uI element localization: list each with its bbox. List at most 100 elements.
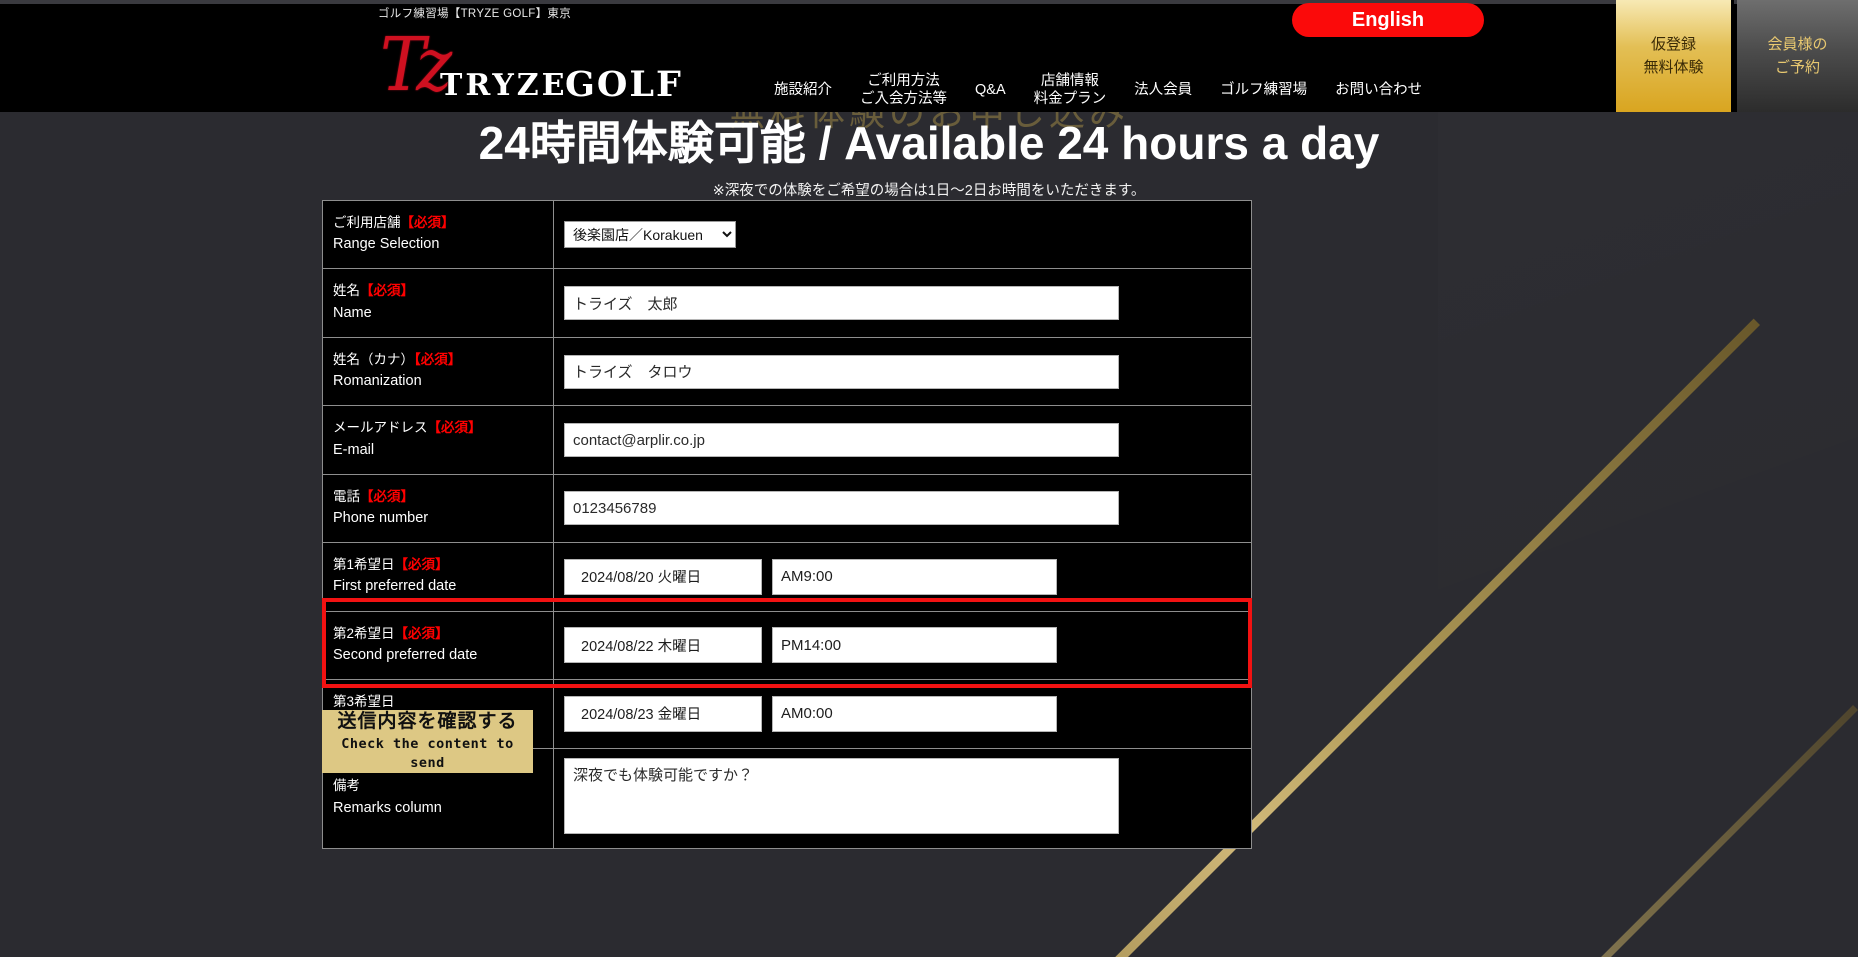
datetime-group xyxy=(564,558,1241,595)
site-logo[interactable]: Tz TRYZE GOLF xyxy=(380,28,681,110)
value-cell-third-preferred-date xyxy=(553,679,1252,749)
required-badge: 【必須】 xyxy=(394,557,449,573)
required-badge: 【必須】 xyxy=(414,351,462,367)
first-preferred-time-input[interactable] xyxy=(772,558,1057,595)
romanization-input[interactable] xyxy=(564,354,1119,389)
gold-diagonal-line-2 xyxy=(1358,705,1858,957)
label-en: First preferred date xyxy=(333,578,457,595)
value-cell-range-selection: 後楽園店／Korakuen xyxy=(553,199,1252,270)
nav-label-line1: ゴルフ練習場 xyxy=(1220,82,1308,99)
trial-button-line2: 無料体験 xyxy=(1643,59,1704,76)
value-cell-name xyxy=(553,268,1252,338)
value-cell-phone xyxy=(553,473,1252,544)
nav-label-line1: ご利用方法 xyxy=(867,73,940,90)
table-row-name: 姓名【必須】 Name xyxy=(322,268,1252,338)
reserve-button-line1: 会員様の xyxy=(1767,35,1828,53)
nav-label-line1: お問い合わせ xyxy=(1335,82,1423,99)
nav-item-qa[interactable]: Q&A xyxy=(961,82,1020,100)
email-field[interactable] xyxy=(564,423,1119,458)
label-cell-range-selection: ご利用店舗【必須】 Range Selection xyxy=(322,199,554,270)
table-row-range-selection: ご利用店舗【必須】 Range Selection 後楽園店／Korakuen xyxy=(322,199,1252,270)
value-cell-remarks xyxy=(553,747,1252,849)
third-preferred-date-input[interactable] xyxy=(564,695,762,732)
page-title: 24時間体験可能 / Available 24 hours a day xyxy=(478,117,1380,169)
nav-item-corporate[interactable]: 法人会員 xyxy=(1120,82,1206,100)
label-jp: ご利用店舗【必須】 xyxy=(333,215,455,230)
range-selection-dropdown[interactable]: 後楽園店／Korakuen xyxy=(564,221,736,249)
second-preferred-date-input[interactable] xyxy=(564,627,762,664)
nav-item-facility[interactable]: 施設紹介 xyxy=(760,82,846,100)
label-cell-romanization: 姓名（カナ）【必須】 Romanization xyxy=(322,336,554,407)
label-cell-email: メールアドレス【必須】 E-mail xyxy=(322,405,554,475)
submit-confirm-button[interactable]: 送信内容を確認する Check the content to send xyxy=(322,710,533,773)
submit-label-jp: 送信内容を確認する xyxy=(337,711,518,733)
label-jp: 第1希望日【必須】 xyxy=(333,557,449,573)
value-cell-romanization xyxy=(553,336,1252,407)
logo-golf-text: GOLF xyxy=(565,64,683,105)
nav-item-contact[interactable]: お問い合わせ xyxy=(1321,82,1436,100)
reserve-button-line2: ご予約 xyxy=(1774,59,1820,76)
nav-item-driving-range[interactable]: ゴルフ練習場 xyxy=(1206,82,1321,100)
table-row-first-preferred-date: 第1希望日【必須】 First preferred date xyxy=(322,542,1252,612)
label-cell-first-preferred-date: 第1希望日【必須】 First preferred date xyxy=(322,542,554,612)
label-en: Name xyxy=(333,304,372,321)
remarks-textarea[interactable] xyxy=(564,757,1119,834)
free-trial-registration-button[interactable]: 仮登録 無料体験 xyxy=(1616,0,1734,112)
value-cell-first-preferred-date xyxy=(553,542,1252,612)
third-preferred-time-input[interactable] xyxy=(772,695,1057,732)
english-language-button[interactable]: English xyxy=(1292,3,1484,37)
nav-item-usage[interactable]: ご利用方法 ご入会方法等 xyxy=(846,73,961,108)
required-badge: 【必須】 xyxy=(400,215,455,230)
page-root: ゴルフ練習場【TRYZE GOLF】東京 Tz TRYZE GOLF 施設紹介 … xyxy=(0,0,1858,957)
logo-script-mark: Tz xyxy=(380,22,452,108)
member-reservation-button[interactable]: 会員様の ご予約 xyxy=(1737,0,1858,112)
nav-label-line1: Q&A xyxy=(975,82,1006,99)
label-en: Second preferred date xyxy=(333,646,478,663)
table-row-phone: 電話【必須】 Phone number xyxy=(322,473,1252,544)
label-en: Romanization xyxy=(333,373,422,390)
header-top-strip xyxy=(0,0,1858,4)
label-en: Remarks column xyxy=(333,799,442,816)
datetime-group xyxy=(564,627,1241,664)
second-preferred-time-input[interactable] xyxy=(772,627,1057,664)
nav-label-line2: ご入会方法等 xyxy=(860,91,947,107)
nav-item-store-info[interactable]: 店舗情報 料金プラン xyxy=(1020,73,1121,108)
label-jp: 姓名【必須】 xyxy=(333,283,414,299)
page-subtitle-note: ※深夜での体験をご希望の場合は1日〜2日お時間をいただきます。 xyxy=(712,182,1146,199)
decorative-panel xyxy=(1438,110,1858,957)
label-cell-second-preferred-date: 第2希望日【必須】 Second preferred date xyxy=(322,610,554,681)
logo-wordmark: TRYZE xyxy=(440,68,568,103)
label-cell-name: 姓名【必須】 Name xyxy=(322,268,554,338)
label-en: E-mail xyxy=(333,441,375,458)
label-jp: 電話【必須】 xyxy=(333,488,414,504)
datetime-group xyxy=(564,695,1241,732)
label-en: Range Selection xyxy=(333,236,440,253)
nav-label-line1: 店舗情報 xyxy=(1040,73,1099,90)
main-navigation: 施設紹介 ご利用方法 ご入会方法等 Q&A 店舗情報 料金プラン 法人会員 ゴル… xyxy=(760,70,1436,112)
nav-label-line1: 施設紹介 xyxy=(774,82,832,99)
label-jp: メールアドレス【必須】 xyxy=(333,420,482,436)
hero-section: 無料体験のお申し込み 24時間体験可能 / Available 24 hours… xyxy=(0,92,1858,200)
label-cell-phone: 電話【必須】 Phone number xyxy=(322,473,554,544)
site-tagline: ゴルフ練習場【TRYZE GOLF】東京 xyxy=(378,8,571,20)
table-row-romanization: 姓名（カナ）【必須】 Romanization xyxy=(322,336,1252,407)
submit-label-en: Check the content to send xyxy=(341,735,514,771)
first-preferred-date-input[interactable] xyxy=(564,558,762,595)
required-badge: 【必須】 xyxy=(360,488,414,504)
table-row-second-preferred-date: 第2希望日【必須】 Second preferred date xyxy=(322,610,1252,681)
name-input[interactable] xyxy=(564,286,1119,321)
trial-button-line1: 仮登録 xyxy=(1650,35,1696,53)
nav-label-line2: 料金プラン xyxy=(1033,91,1107,107)
required-badge: 【必須】 xyxy=(427,420,482,436)
nav-label-line1: 法人会員 xyxy=(1134,82,1193,99)
phone-number-input[interactable] xyxy=(564,491,1119,526)
label-jp: 備考 xyxy=(333,778,360,794)
label-jp: 姓名（カナ）【必須】 xyxy=(333,351,462,367)
value-cell-email xyxy=(553,405,1252,475)
required-badge: 【必須】 xyxy=(360,283,414,299)
value-cell-second-preferred-date xyxy=(553,610,1252,681)
table-row-email: メールアドレス【必須】 E-mail xyxy=(322,405,1252,475)
required-badge: 【必須】 xyxy=(394,625,449,641)
label-jp: 第2希望日【必須】 xyxy=(333,625,449,641)
label-en: Phone number xyxy=(333,510,429,526)
